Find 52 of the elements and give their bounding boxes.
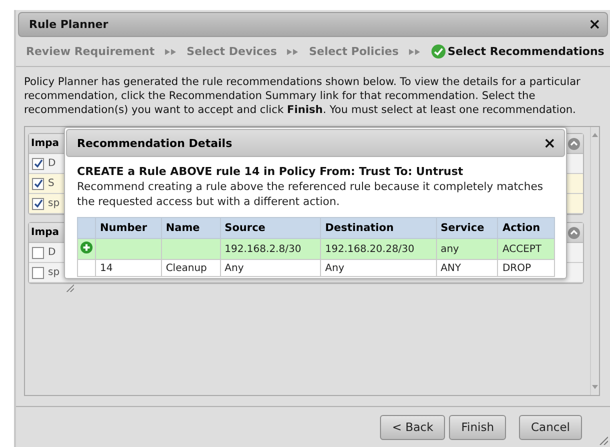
row-text: sp [48, 198, 60, 210]
scroll-up-icon[interactable] [592, 133, 598, 138]
footer-button[interactable]: Cancel [519, 414, 582, 440]
table-cell: ACCEPT [502, 244, 542, 254]
checkbox[interactable] [32, 198, 44, 210]
table-cell: ANY [440, 262, 462, 274]
group-header: Impa [31, 227, 60, 238]
recommendation-heading: CREATE a Rule ABOVE rule 14 in Policy From: Trust To: Untrust [77, 164, 464, 179]
table-cell: Cleanup [166, 262, 207, 274]
wizard-step[interactable]: Select Recommendations [430, 44, 604, 60]
dialog-title: Recommendation Details [77, 136, 232, 150]
recommendation-description: Recommend creating a rule above the referenced rule because it completely matches the requested access but with a different action. [77, 179, 544, 209]
row-text: sp [48, 267, 60, 278]
table-cell: Any [224, 262, 244, 274]
footer-button[interactable]: Finish [449, 414, 506, 440]
column-header: Action [498, 218, 554, 238]
checkbox[interactable] [32, 266, 44, 279]
column-header: Service [436, 218, 498, 238]
window-title: Rule Planner [29, 18, 108, 32]
instructions-text: Policy Planner has generated the rule recommendations shown below. To view the details for a particular recommendation, click the Recommendation Summary link for that recommendation. Select the recommendation(s) you want to accept and click Finish. You must select at least one recommendation. [24, 75, 582, 118]
table-cell: DROP [502, 262, 532, 274]
resize-grip-icon[interactable] [65, 283, 74, 292]
collapse-icon[interactable] [568, 226, 580, 239]
checkbox[interactable] [32, 246, 44, 259]
group-header: Impa [31, 138, 60, 150]
resize-grip-icon[interactable] [598, 435, 608, 445]
column-header: Number [96, 218, 162, 238]
column-header: Source [220, 218, 321, 238]
table-cell: 192.168.2.8/30 [224, 244, 302, 254]
check-icon [430, 44, 446, 60]
close-button[interactable]: × [543, 136, 556, 150]
double-arrow-icon [164, 48, 177, 56]
checkbox[interactable] [32, 158, 44, 170]
scroll-down-icon[interactable] [592, 385, 598, 390]
close-button[interactable]: × [588, 17, 601, 32]
column-header: Name [161, 218, 220, 238]
table-cell: Any [325, 262, 344, 274]
row-text: D [48, 247, 56, 258]
collapse-icon[interactable] [568, 138, 580, 150]
checkbox[interactable] [32, 178, 44, 190]
double-arrow-icon [408, 48, 421, 56]
double-arrow-icon [286, 48, 299, 56]
table-cell: 192.168.20.28/30 [325, 244, 414, 254]
scrollbar[interactable] [590, 127, 599, 396]
table-cell: any [440, 244, 459, 254]
row-text: S [48, 178, 54, 190]
add-icon [80, 241, 93, 254]
row-text: D [48, 158, 56, 170]
footer-button[interactable]: < Back [380, 414, 446, 440]
column-header: Destination [320, 218, 436, 238]
table-cell: 14 [100, 262, 113, 274]
table-header [78, 218, 96, 238]
